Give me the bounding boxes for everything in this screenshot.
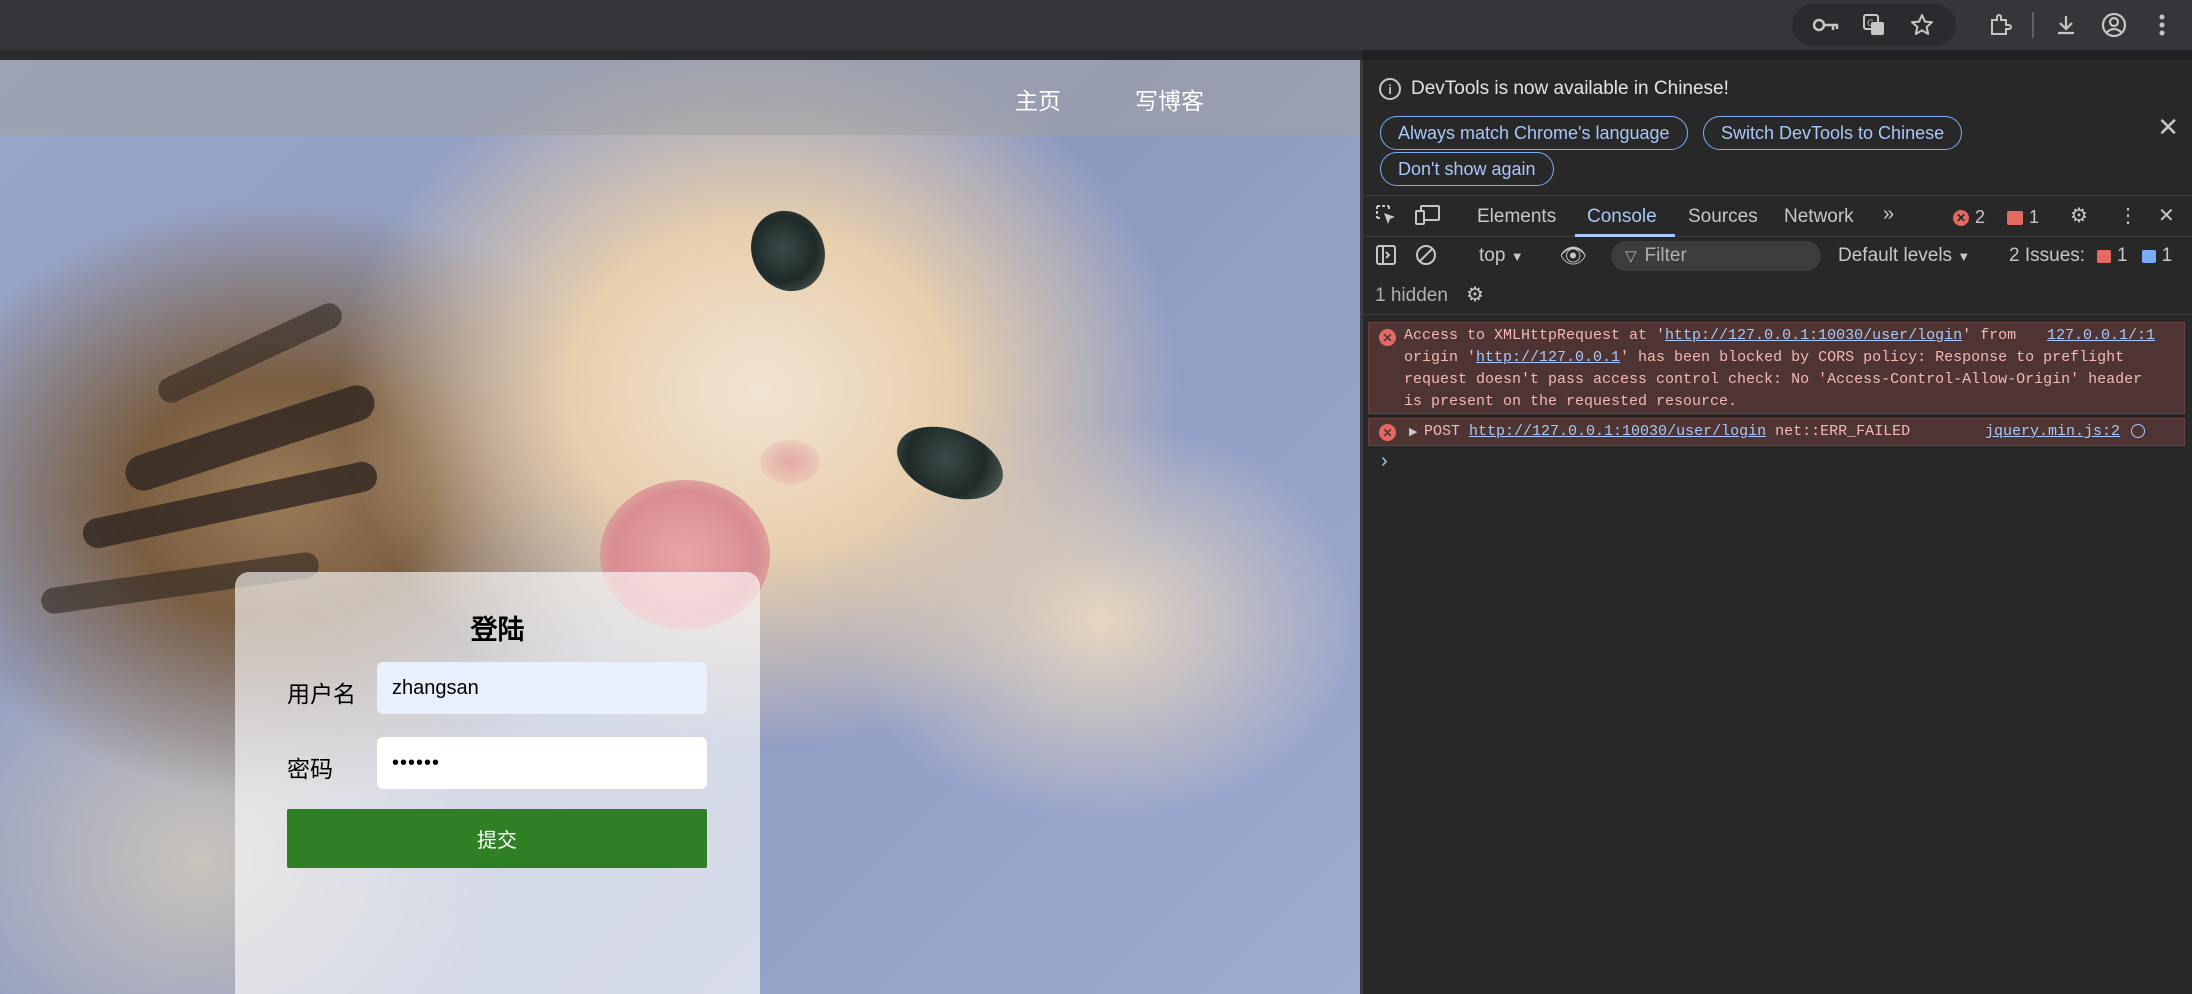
settings-gear-icon[interactable]: ⚙ — [2070, 203, 2088, 228]
filter-input[interactable]: ▽ Filter — [1611, 241, 1821, 271]
nav-write-blog-link[interactable]: 写博客 — [1135, 82, 1204, 116]
issue-info-icon — [2141, 249, 2156, 263]
cors-text-part: ' has been blocked by CORS policy: Respo… — [1620, 349, 2125, 366]
username-label: 用户名 — [287, 681, 356, 707]
error-icon: ✕ — [1379, 424, 1396, 441]
chevron-down-icon: ▼ — [1510, 249, 1524, 264]
network-request-icon[interactable] — [2131, 424, 2145, 438]
dont-show-again-button[interactable]: Don't show again — [1380, 152, 1554, 186]
console-error-post: ✕ ▶ POST http://127.0.0.1:10030/user/log… — [1368, 418, 2185, 446]
submit-button[interactable]: 提交 — [287, 809, 707, 868]
cors-text-line: is present on the requested resource. — [1404, 393, 1738, 410]
browser-toolbar: G — [0, 0, 2192, 60]
eye-icon[interactable]: 👁︎ — [1559, 243, 1587, 269]
password-input[interactable]: •••••• — [377, 737, 707, 789]
filter-icon: ▽ — [1625, 248, 1637, 265]
expand-triangle-icon[interactable]: ▶ — [1409, 422, 1417, 444]
always-match-language-button[interactable]: Always match Chrome's language — [1380, 116, 1688, 150]
chevron-down-icon: ▼ — [1957, 249, 1971, 264]
cat-nose — [760, 440, 820, 484]
hidden-messages-row: 1 hidden ⚙ — [1363, 275, 2192, 315]
svg-text:G: G — [1867, 19, 1874, 29]
infobar-message-row: i DevTools is now available in Chinese! — [1379, 78, 1729, 100]
cors-text-part: Access to XMLHttpRequest at ' — [1404, 327, 1666, 344]
account-icon[interactable] — [2090, 4, 2138, 46]
error-icon: ✕ — [1379, 329, 1396, 346]
extension-icon[interactable] — [1976, 4, 2024, 46]
issues-button[interactable]: 2 Issues: 1 1 — [2009, 245, 2172, 267]
cors-text-line: request doesn't pass access control chec… — [1404, 371, 2143, 388]
cors-origin-link[interactable]: http://127.0.0.1 — [1476, 349, 1620, 366]
menu-icon[interactable] — [2138, 4, 2186, 46]
tab-elements[interactable]: Elements — [1477, 206, 1556, 228]
toolbar-separator — [2032, 12, 2034, 38]
toolbar-icons: G — [1792, 0, 2192, 50]
cat-fur-stripe — [153, 298, 347, 408]
nav-home-link[interactable]: 主页 — [1015, 82, 1061, 116]
console-error-cors: ✕ Access to XMLHttpRequest at 'http://12… — [1368, 322, 2185, 414]
download-icon[interactable] — [2042, 4, 2090, 46]
context-selector[interactable]: top ▼ — [1479, 245, 1524, 267]
post-method: POST — [1424, 423, 1461, 440]
error-count: 2 — [1975, 207, 1986, 227]
cors-request-url-link[interactable]: http://127.0.0.1:10030/user/login — [1665, 327, 1962, 344]
console-settings-icon[interactable]: ⚙ — [1466, 282, 1484, 307]
inspect-element-icon[interactable] — [1375, 204, 1397, 232]
post-error-text: POST http://127.0.0.1:10030/user/login n… — [1424, 421, 1910, 443]
translate-icon[interactable]: G — [1850, 4, 1898, 46]
username-input[interactable]: zhangsan — [377, 662, 707, 714]
site-navbar: 主页 写博客 — [0, 60, 1360, 135]
post-status: net::ERR_FAILED — [1775, 423, 1911, 440]
devtools-close-icon[interactable]: ✕ — [2158, 203, 2175, 228]
cat-eye — [887, 413, 1013, 513]
switch-to-chinese-button[interactable]: Switch DevTools to Chinese — [1703, 116, 1963, 150]
tab-sources[interactable]: Sources — [1688, 206, 1758, 228]
issues-error-count: 1 — [2117, 245, 2128, 266]
more-tabs-icon[interactable]: » — [1883, 203, 1894, 226]
issue-error-icon — [2097, 249, 2112, 263]
console-prompt-chevron-icon[interactable]: › — [1381, 450, 1388, 473]
infobar-message: DevTools is now available in Chinese! — [1411, 78, 1729, 99]
issue-counter[interactable]: 1 — [2007, 207, 2039, 228]
context-label: top — [1479, 245, 1506, 266]
log-levels-dropdown[interactable]: Default levels ▼ — [1838, 245, 1970, 267]
devtools-panel: i DevTools is now available in Chinese! … — [1360, 60, 2192, 994]
omnibox-actions: G — [1792, 4, 1956, 46]
cors-text-part: origin ' — [1404, 349, 1477, 366]
web-page: 主页 写博客 登陆 用户名 zhangsan 密码 •••••• 提交 — [0, 60, 1360, 994]
clear-console-icon[interactable] — [1415, 244, 1437, 272]
issues-info-count: 1 — [2161, 245, 2173, 266]
issues-label: 2 Issues: — [2009, 245, 2086, 266]
cors-error-text: Access to XMLHttpRequest at 'http://127.… — [1404, 325, 2143, 413]
tab-network[interactable]: Network — [1784, 206, 1854, 228]
info-icon: i — [1379, 78, 1401, 100]
post-source-link[interactable]: jquery.min.js:2 — [1985, 421, 2120, 443]
login-title: 登陆 — [470, 615, 525, 645]
language-infobar: i DevTools is now available in Chinese! … — [1363, 60, 2192, 195]
cors-text-part: ' from — [1962, 327, 2017, 344]
key-icon[interactable] — [1802, 4, 1850, 46]
login-form: 登陆 用户名 zhangsan 密码 •••••• 提交 — [235, 572, 760, 994]
error-counter[interactable]: ✕ 2 — [1953, 207, 1985, 228]
error-icon: ✕ — [1953, 209, 1969, 226]
hidden-count: 1 hidden — [1375, 285, 1448, 306]
issue-flag-icon — [2007, 210, 2023, 225]
cors-source-link[interactable]: 127.0.0.1/:1 — [2047, 325, 2155, 347]
star-icon[interactable] — [1898, 4, 1946, 46]
devtools-menu-icon[interactable]: ⋮ — [2118, 203, 2138, 228]
tab-console[interactable]: Console — [1587, 206, 1657, 228]
password-label: 密码 — [287, 756, 333, 782]
cat-eye — [738, 198, 838, 304]
devtools-tabbar: Elements Console Sources Network » ✕ 2 1… — [1363, 195, 2192, 237]
device-toolbar-icon[interactable] — [1415, 204, 1441, 232]
filter-placeholder: Filter — [1644, 245, 1687, 266]
infobar-close-icon[interactable]: ✕ — [2157, 112, 2179, 143]
log-levels-label: Default levels — [1838, 245, 1953, 266]
post-url-link[interactable]: http://127.0.0.1:10030/user/login — [1469, 423, 1766, 440]
sidebar-toggle-icon[interactable] — [1375, 244, 1397, 272]
warning-count: 1 — [2029, 207, 2040, 227]
console-toolbar: top ▼ 👁︎ ▽ Filter Default levels ▼ 2 Iss… — [1363, 237, 2192, 275]
tab-strip-edge — [0, 50, 1362, 60]
